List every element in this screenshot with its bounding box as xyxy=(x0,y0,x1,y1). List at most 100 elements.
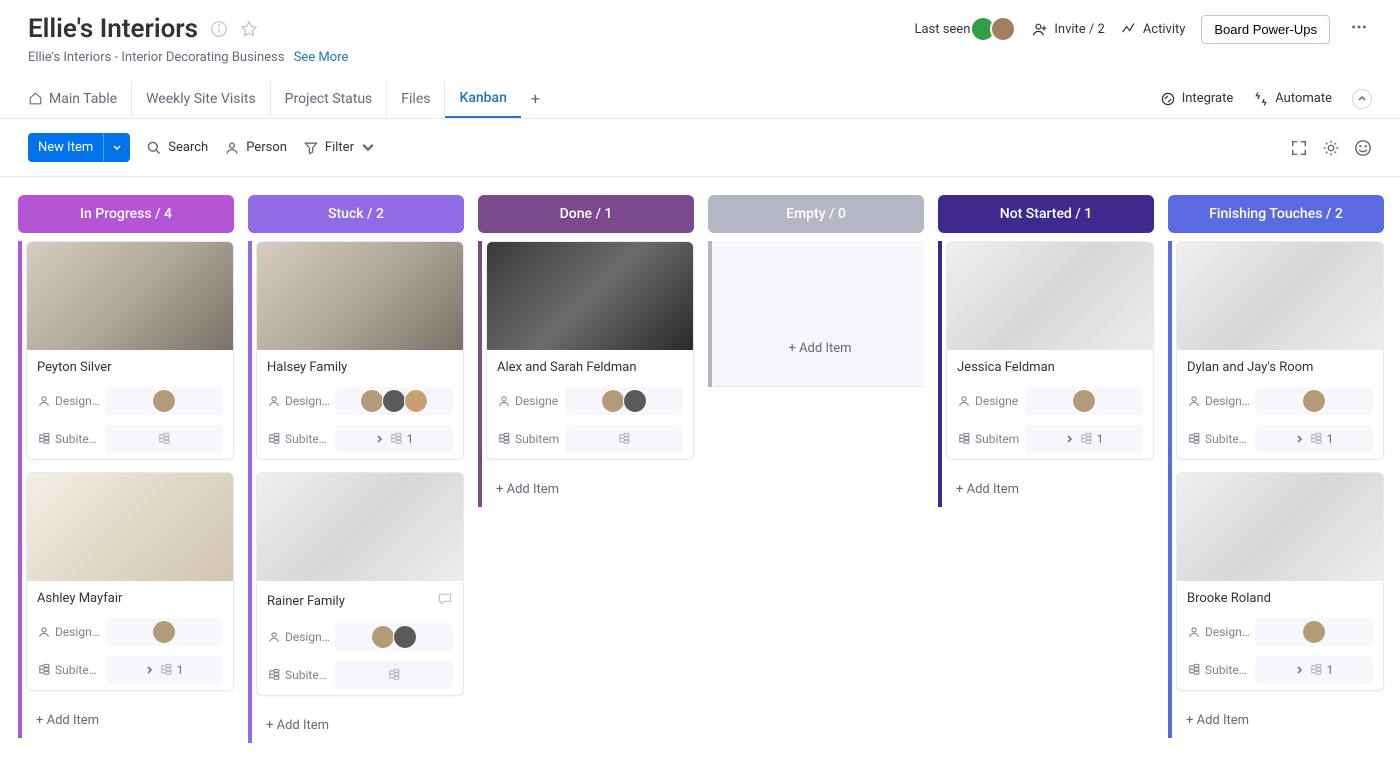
designer-value[interactable] xyxy=(1025,387,1143,415)
column-header[interactable]: Done / 1 xyxy=(478,195,694,233)
designer-label: Design… xyxy=(267,630,329,644)
card-title: Halsey Family xyxy=(257,350,463,383)
add-item-button[interactable]: + Add Item xyxy=(486,472,694,507)
tab-main-table[interactable]: Main Table xyxy=(28,81,132,117)
designer-value[interactable] xyxy=(335,623,453,651)
info-icon[interactable] xyxy=(210,20,228,38)
chevron-down-icon[interactable] xyxy=(103,133,130,162)
subitems-value[interactable] xyxy=(105,425,223,453)
automate-button[interactable]: Automate xyxy=(1253,91,1332,107)
subitems-label: Subitems xyxy=(957,432,1019,446)
subitems-label: Subite… xyxy=(1187,663,1249,677)
card-title: Dylan and Jay's Room xyxy=(1177,350,1383,383)
new-item-button[interactable]: New Item xyxy=(28,133,130,162)
designer-value[interactable] xyxy=(565,387,683,415)
subtitle: Ellie's Interiors - Interior Decorating … xyxy=(28,50,348,65)
column-header[interactable]: Finishing Touches / 2 xyxy=(1168,195,1384,233)
card-title: Ashley Mayfair xyxy=(27,581,233,614)
card-image xyxy=(257,242,463,350)
see-more-link[interactable]: See More xyxy=(294,50,349,65)
subitems-value[interactable]: 1 xyxy=(335,425,453,453)
kanban-card[interactable]: Jessica Feldman Designer Subitems 1 xyxy=(946,241,1154,460)
gear-icon[interactable] xyxy=(1322,139,1340,157)
card-title: Rainer Family xyxy=(257,581,463,619)
subitems-label: Subite… xyxy=(37,663,99,677)
add-item-button[interactable]: + Add Item xyxy=(946,472,1154,507)
subitems-icon xyxy=(1079,432,1093,446)
powerups-button[interactable]: Board Power-Ups xyxy=(1201,15,1330,44)
page-title: Ellie's Interiors xyxy=(28,14,198,44)
designer-value[interactable] xyxy=(1255,387,1373,415)
search-button[interactable]: Search xyxy=(146,140,208,156)
subitems-label: Subite… xyxy=(37,432,99,446)
subitems-value[interactable]: 1 xyxy=(1255,425,1373,453)
column-header[interactable]: Stuck / 2 xyxy=(248,195,464,233)
add-item-button[interactable]: + Add Item xyxy=(716,331,924,366)
designer-label: Design… xyxy=(267,394,329,408)
collapse-button[interactable] xyxy=(1352,89,1372,109)
kanban-card[interactable]: Dylan and Jay's Room Design… Subite… 1 xyxy=(1176,241,1384,460)
more-icon[interactable] xyxy=(1346,14,1372,44)
designer-label: Design… xyxy=(37,625,99,639)
star-icon[interactable] xyxy=(240,20,258,38)
tab-weekly[interactable]: Weekly Site Visits xyxy=(132,81,271,117)
card-title: Peyton Silver xyxy=(27,350,233,383)
add-view-button[interactable]: + xyxy=(521,79,550,118)
home-icon xyxy=(28,91,43,106)
card-image xyxy=(487,242,693,350)
subitems-label: Subite… xyxy=(267,668,329,682)
subitems-value[interactable]: 1 xyxy=(1025,425,1143,453)
subitems-label: Subite… xyxy=(1187,432,1249,446)
comment-icon[interactable] xyxy=(437,591,453,611)
card-image xyxy=(27,242,233,350)
integrate-button[interactable]: Integrate xyxy=(1160,91,1234,107)
card-image xyxy=(27,473,233,581)
kanban-card[interactable]: Halsey Family Design… Subite… 1 xyxy=(256,241,464,460)
subitems-value[interactable] xyxy=(565,425,683,453)
designer-label: Design… xyxy=(1187,394,1249,408)
tab-kanban[interactable]: Kanban xyxy=(445,80,520,118)
activity-button[interactable]: Activity xyxy=(1121,21,1186,37)
card-title: Jessica Feldman xyxy=(947,350,1153,383)
kanban-card[interactable]: Brooke Roland Design… Subite… 1 xyxy=(1176,472,1384,691)
designer-value[interactable] xyxy=(105,387,223,415)
add-item-button[interactable]: + Add Item xyxy=(256,708,464,743)
subitems-icon xyxy=(617,432,631,446)
subitems-icon xyxy=(157,432,171,446)
subitems-label: Subite… xyxy=(267,432,329,446)
kanban-card[interactable]: Peyton Silver Design… Subite… xyxy=(26,241,234,460)
kanban-card[interactable]: Rainer Family Design… Subite… xyxy=(256,472,464,696)
kanban-board: In Progress / 4 Peyton Silver Design… Su… xyxy=(0,177,1400,761)
person-filter-button[interactable]: Person xyxy=(224,140,287,156)
subitems-value[interactable]: 1 xyxy=(105,656,223,684)
designer-label: Designer xyxy=(957,394,1019,408)
subitems-value[interactable]: 1 xyxy=(1255,656,1373,684)
subitems-icon xyxy=(159,663,173,677)
card-image xyxy=(947,242,1153,350)
invite-button[interactable]: Invite / 2 xyxy=(1032,21,1104,37)
last-seen[interactable]: Last seen xyxy=(914,16,1016,42)
designer-label: Designer xyxy=(497,394,559,408)
designer-value[interactable] xyxy=(1255,618,1373,646)
card-title: Alex and Sarah Feldman xyxy=(487,350,693,383)
card-image xyxy=(257,473,463,581)
add-item-button[interactable]: + Add Item xyxy=(26,703,234,738)
smile-icon[interactable] xyxy=(1354,139,1372,157)
subitems-icon xyxy=(1309,663,1323,677)
column-header[interactable]: Not Started / 1 xyxy=(938,195,1154,233)
column-header[interactable]: In Progress / 4 xyxy=(18,195,234,233)
tab-files[interactable]: Files xyxy=(387,81,445,117)
designer-value[interactable] xyxy=(105,618,223,646)
add-item-button[interactable]: + Add Item xyxy=(1176,703,1384,738)
column-header[interactable]: Empty / 0 xyxy=(708,195,924,233)
filter-button[interactable]: Filter xyxy=(303,140,376,156)
tab-project-status[interactable]: Project Status xyxy=(271,81,388,117)
kanban-card[interactable]: Alex and Sarah Feldman Designer Subitems xyxy=(486,241,694,460)
designer-label: Design… xyxy=(37,394,99,408)
subitems-icon xyxy=(387,668,401,682)
subitems-value[interactable] xyxy=(335,661,453,689)
expand-icon[interactable] xyxy=(1290,139,1308,157)
designer-value[interactable] xyxy=(335,387,453,415)
card-image xyxy=(1177,242,1383,350)
kanban-card[interactable]: Ashley Mayfair Design… Subite… 1 xyxy=(26,472,234,691)
